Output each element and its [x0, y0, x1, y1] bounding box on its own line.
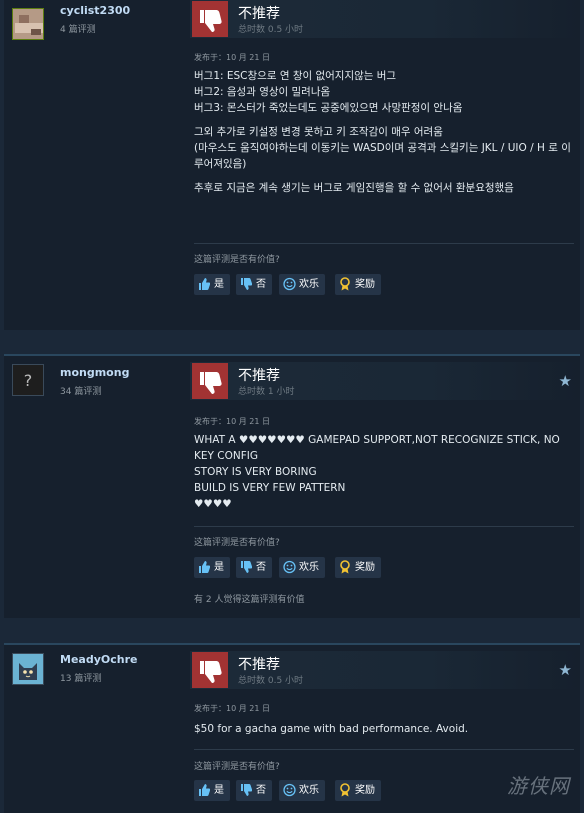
award-label: 奖励: [355, 785, 375, 796]
site-watermark: 游侠网: [507, 774, 570, 798]
thumbs-down-icon: [240, 274, 254, 295]
helpful-question: 这篇评测是否有价值?: [194, 762, 280, 772]
review-content: 不推荐 总时数 0.5 小时 发布于：10 月 21 日 버그1: ESC창으로…: [188, 0, 580, 330]
vote-funny-label: 欢乐: [299, 785, 319, 796]
award-button[interactable]: 奖励: [335, 557, 381, 578]
review-text: 버그1: ESC창으로 연 창이 없어지지않는 버그 버그2: 음성과 영상이 …: [194, 68, 574, 204]
review-paragraph: 버그1: ESC창으로 연 창이 없어지지않는 버그 버그2: 음성과 영상이 …: [194, 70, 463, 114]
award-button[interactable]: 奖励: [335, 274, 381, 295]
review-paragraph: WHAT A ♥♥♥♥♥♥♥ GAMEPAD SUPPORT,NOT RECOG…: [194, 434, 560, 510]
vote-no-label: 否: [256, 785, 266, 796]
thumbs-up-icon: [198, 557, 212, 578]
vote-no-button[interactable]: 否: [236, 780, 272, 801]
award-button[interactable]: 奖励: [335, 780, 381, 801]
award-label: 奖励: [355, 562, 375, 573]
vote-funny-button[interactable]: 欢乐: [279, 780, 325, 801]
vote-yes-button[interactable]: 是: [194, 557, 230, 578]
verdict-bar[interactable]: 不推荐 总时数 0.5 小时 ★: [190, 651, 580, 689]
hours-played: 总时数 0.5 小时: [238, 25, 304, 35]
vote-no-button[interactable]: 否: [236, 274, 272, 295]
avatar[interactable]: ?: [12, 364, 44, 396]
review-count[interactable]: 34 篇评测: [60, 384, 101, 397]
verdict-bar[interactable]: 不推荐 总时数 0.5 小时: [190, 0, 580, 38]
verdict-bar[interactable]: 不推荐 总时数 1 小时 ★: [190, 362, 580, 400]
review-count[interactable]: 13 篇评测: [60, 671, 101, 684]
vote-no-button[interactable]: 否: [236, 557, 272, 578]
divider: [194, 243, 574, 244]
username[interactable]: cyclist2300: [60, 4, 130, 17]
vote-funny-button[interactable]: 欢乐: [279, 557, 325, 578]
verdict-title: 不推荐: [238, 6, 280, 22]
smiley-icon: [283, 274, 297, 295]
review-content: 不推荐 总时数 1 小时 ★ 发布于：10 月 21 日 WHAT A ♥♥♥♥…: [188, 354, 580, 618]
vote-yes-button[interactable]: 是: [194, 780, 230, 801]
divider: [194, 526, 574, 527]
review-count[interactable]: 4 篇评测: [60, 22, 96, 35]
thumbs-down-icon: [192, 652, 228, 688]
award-icon: [339, 780, 353, 801]
thumbs-down-icon: [192, 1, 228, 37]
award-icon: [339, 274, 353, 295]
hours-played: 总时数 1 小时: [238, 387, 295, 397]
avatar[interactable]: [12, 8, 44, 40]
vote-yes-label: 是: [214, 785, 224, 796]
thumbs-up-icon: [198, 274, 212, 295]
review-paragraph: 추후로 지금은 계속 생기는 버그로 게임진행을 할 수 없어서 환분요청했음: [194, 182, 514, 194]
review-paragraph: $50 for a gacha game with bad performanc…: [194, 723, 469, 735]
svg-text:?: ?: [24, 371, 33, 390]
award-icon: [339, 557, 353, 578]
thumbs-down-icon: [240, 780, 254, 801]
review-card: ? mongmong 34 篇评测 不推荐 总时数 1 小时 ★ 发布于：10 …: [4, 354, 580, 618]
username[interactable]: MeadyOchre: [60, 653, 137, 666]
review-text: $50 for a gacha game with bad performanc…: [194, 721, 574, 745]
posted-date: 发布于：10 月 21 日: [194, 704, 270, 713]
avatar[interactable]: [12, 653, 44, 685]
vote-funny-label: 欢乐: [299, 279, 319, 290]
username[interactable]: mongmong: [60, 366, 129, 379]
vote-funny-label: 欢乐: [299, 562, 319, 573]
thumbs-down-icon: [240, 557, 254, 578]
hours-played: 总时数 0.5 小时: [238, 676, 304, 686]
review-paragraph: 그외 추가로 키설정 변경 못하고 키 조작감이 매우 어려움 (마우스도 움직…: [194, 126, 571, 170]
review-text: WHAT A ♥♥♥♥♥♥♥ GAMEPAD SUPPORT,NOT RECOG…: [194, 432, 574, 520]
smiley-icon: [283, 780, 297, 801]
thumbs-down-icon: [192, 363, 228, 399]
vote-no-label: 否: [256, 279, 266, 290]
verdict-title: 不推荐: [238, 657, 280, 673]
vote-funny-button[interactable]: 欢乐: [279, 274, 325, 295]
vote-yes-label: 是: [214, 562, 224, 573]
review-card: MeadyOchre 13 篇评测 不推荐 总时数 0.5 小时 ★ 发布于：1…: [4, 643, 580, 813]
star-icon[interactable]: ★: [559, 661, 572, 679]
found-helpful-count: 有 2 人觉得这篇评测有价值: [194, 595, 305, 605]
award-label: 奖励: [355, 279, 375, 290]
posted-date: 发布于：10 月 21 日: [194, 417, 270, 426]
helpful-question: 这篇评测是否有价值?: [194, 538, 280, 548]
helpful-question: 这篇评测是否有价值?: [194, 255, 280, 265]
posted-date: 发布于：10 月 21 日: [194, 53, 270, 62]
verdict-title: 不推荐: [238, 368, 280, 384]
thumbs-up-icon: [198, 780, 212, 801]
vote-no-label: 否: [256, 562, 266, 573]
divider: [194, 749, 574, 750]
review-card: cyclist2300 4 篇评测 不推荐 总时数 0.5 小时 发布于：10 …: [4, 0, 580, 330]
vote-yes-button[interactable]: 是: [194, 274, 230, 295]
vote-yes-label: 是: [214, 279, 224, 290]
smiley-icon: [283, 557, 297, 578]
star-icon[interactable]: ★: [559, 372, 572, 390]
